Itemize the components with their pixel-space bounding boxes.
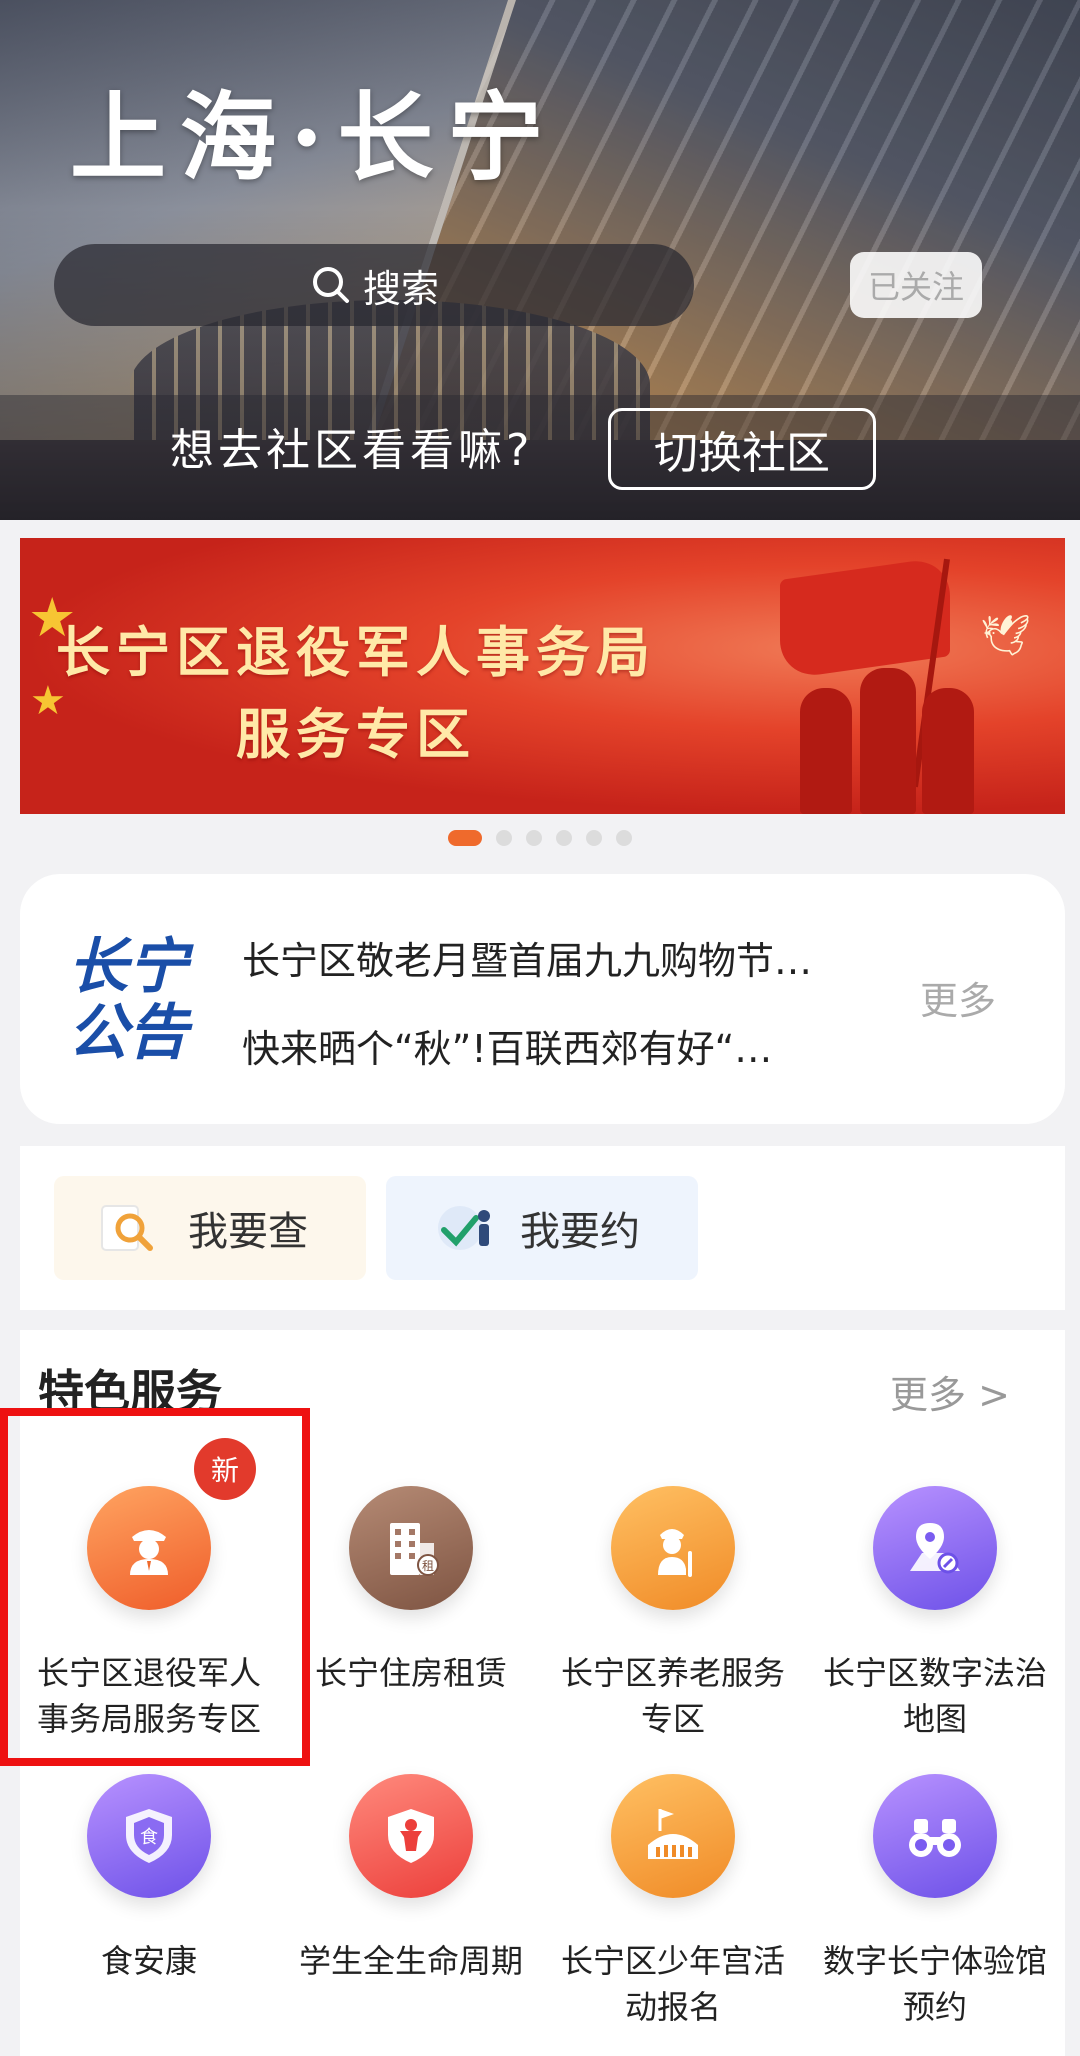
appointment-button[interactable]: 我要约 <box>386 1176 698 1280</box>
service-label: 地图 <box>902 1700 967 1738</box>
service-label: 长宁区数字法治 <box>822 1654 1047 1692</box>
notice-item[interactable]: 快来晒个“秋”!百联西郊有好“… <box>242 1018 882 1073</box>
search-bar[interactable]: 搜索 <box>54 244 694 326</box>
carousel-dot[interactable] <box>526 830 542 846</box>
service-item-digital-hall[interactable]: 数字长宁体验馆 预约 <box>806 1774 1064 2030</box>
switch-community-prompt: 想去社区看看嘛? <box>170 425 534 476</box>
magnifier-icon <box>98 1198 158 1258</box>
carousel-indicator <box>0 830 1080 846</box>
svg-text:食: 食 <box>140 1827 158 1848</box>
services-more-link[interactable]: 更多 > <box>890 1364 1010 1419</box>
query-label: 我要查 <box>188 1209 308 1255</box>
map-pin-icon <box>873 1486 997 1610</box>
svg-text:租: 租 <box>422 1559 434 1573</box>
quick-actions: 我要查 我要约 <box>20 1146 1065 1310</box>
binoculars-icon <box>873 1774 997 1898</box>
service-label: 长宁区养老服务 <box>560 1654 785 1692</box>
highlight-annotation-box <box>0 1408 310 1766</box>
service-item-food-safety[interactable]: 食 食安康 <box>20 1774 278 1984</box>
student-shield-icon <box>349 1774 473 1898</box>
banner-title-line1: 长宁区退役军人事务局 <box>56 620 656 684</box>
building-rent-icon: 租 <box>349 1486 473 1610</box>
carousel-dot[interactable] <box>448 830 482 846</box>
carousel-dot[interactable] <box>586 830 602 846</box>
service-item-housing-rental[interactable]: 租 长宁住房租赁 <box>282 1486 540 1696</box>
promo-banner[interactable]: ★ ★ 🕊 长宁区退役军人事务局 服务专区 <box>20 538 1065 814</box>
service-item-student-lifecycle[interactable]: 学生全生命周期 <box>282 1774 540 1984</box>
search-placeholder: 搜索 <box>362 266 439 311</box>
follow-button[interactable]: 已关注 <box>850 252 982 318</box>
query-button[interactable]: 我要查 <box>54 1176 366 1280</box>
service-item-youth-palace[interactable]: 长宁区少年宫活 动报名 <box>544 1774 802 2030</box>
service-label: 数字长宁体验馆 <box>822 1942 1047 1980</box>
notice-more-link[interactable]: 更多 <box>920 970 996 1025</box>
city-title: 上海·长宁 <box>70 81 558 194</box>
carousel-dot[interactable] <box>556 830 572 846</box>
notice-logo-line1: 长宁 <box>68 932 188 1002</box>
appointment-label: 我要约 <box>520 1209 640 1255</box>
banner-title-line2: 服务专区 <box>236 702 476 766</box>
service-label: 长宁住房租赁 <box>314 1654 507 1692</box>
dove-icon: 🕊 <box>980 613 1031 659</box>
food-shield-icon: 食 <box>87 1774 211 1898</box>
notice-logo: 长宁 公告 <box>68 934 208 1066</box>
service-label: 动报名 <box>624 1988 721 2026</box>
stadium-flag-icon <box>611 1774 735 1898</box>
elderly-icon <box>611 1486 735 1610</box>
appointment-icon <box>430 1198 490 1258</box>
red-flag-icon <box>780 556 950 680</box>
notice-item[interactable]: 长宁区敬老月暨首届九九购物节… <box>242 930 882 985</box>
carousel-dot[interactable] <box>616 830 632 846</box>
service-label: 学生全生命周期 <box>298 1942 523 1980</box>
notice-card[interactable]: 长宁 公告 长宁区敬老月暨首届九九购物节… 快来晒个“秋”!百联西郊有好“… 更… <box>20 874 1065 1124</box>
switch-community-button[interactable]: 切换社区 <box>608 408 876 490</box>
notice-logo-line2: 公告 <box>68 998 188 1068</box>
search-icon <box>312 267 349 303</box>
service-item-legal-map[interactable]: 长宁区数字法治 地图 <box>806 1486 1064 1742</box>
service-label: 专区 <box>640 1700 705 1738</box>
switch-strip <box>0 395 1080 520</box>
soldier-silhouette <box>800 688 852 814</box>
soldier-silhouette <box>922 688 974 814</box>
service-item-elderly-care[interactable]: 长宁区养老服务 专区 <box>544 1486 802 1742</box>
service-label: 预约 <box>902 1988 967 2026</box>
service-label: 长宁区少年宫活 <box>560 1942 785 1980</box>
service-label: 食安康 <box>100 1942 197 1980</box>
soldier-silhouette <box>860 668 916 814</box>
carousel-dot[interactable] <box>496 830 512 846</box>
